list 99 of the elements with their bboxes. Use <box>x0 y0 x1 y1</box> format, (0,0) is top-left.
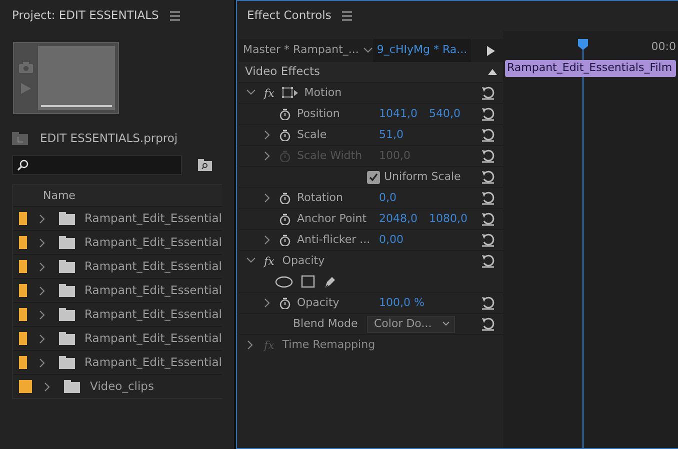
folder-icon <box>64 380 80 394</box>
folder-icon <box>58 284 75 298</box>
expand-icon[interactable] <box>38 334 45 344</box>
expand-icon[interactable] <box>38 214 45 224</box>
transform-icon[interactable] <box>282 87 298 99</box>
search-field[interactable] <box>12 155 182 176</box>
new-search-bin-icon[interactable] <box>198 159 212 172</box>
reset-icon[interactable] <box>481 191 495 205</box>
collapse-icon[interactable] <box>488 69 497 75</box>
reset-icon[interactable] <box>481 107 495 121</box>
property-name: Blend Mode <box>293 316 359 332</box>
reset-icon[interactable] <box>481 296 495 310</box>
property-value[interactable]: 0,0 <box>379 190 429 206</box>
bin-name[interactable]: Rampant_Edit_Essential <box>84 210 222 228</box>
timecode: 00:0 <box>651 39 676 55</box>
stopwatch-icon[interactable] <box>279 192 291 204</box>
blend-mode-dropdown[interactable]: Color Do... <box>367 316 455 332</box>
menu-icon[interactable] <box>341 10 354 22</box>
bin-name[interactable]: Video_clips <box>90 378 154 396</box>
ellipse-mask-icon[interactable] <box>275 276 293 288</box>
expand-icon[interactable] <box>38 262 45 272</box>
label-color-swatch[interactable] <box>19 356 27 370</box>
reset-icon[interactable] <box>481 170 495 184</box>
label-color-swatch[interactable] <box>19 308 27 322</box>
stopwatch-icon[interactable] <box>279 213 291 225</box>
effect-name: Opacity <box>282 252 325 269</box>
label-color-swatch[interactable] <box>19 212 27 226</box>
reset-icon[interactable] <box>481 86 495 100</box>
checkbox-label: Uniform Scale <box>384 168 461 185</box>
label-color-swatch[interactable] <box>19 380 32 394</box>
panel-title[interactable]: Effect Controls <box>247 7 332 25</box>
property-name: Anchor Point <box>297 210 368 227</box>
folder-icon <box>58 212 75 226</box>
reset-icon[interactable] <box>481 254 495 268</box>
reset-icon[interactable] <box>481 128 495 142</box>
project-file-name: EDIT ESSENTIALS.prproj <box>40 130 178 147</box>
expand-icon[interactable] <box>38 358 45 368</box>
dropdown-icon[interactable] <box>362 46 373 56</box>
stopwatch-icon[interactable] <box>279 297 291 309</box>
property-name: Opacity <box>297 294 340 311</box>
expand-icon[interactable] <box>38 310 45 320</box>
bin-name[interactable]: Rampant_Edit_Essential <box>84 330 222 348</box>
bin-name[interactable]: Rampant_Edit_Essential <box>84 234 222 252</box>
property-value[interactable]: 2048,0 <box>379 210 429 228</box>
label-color-swatch[interactable] <box>19 236 27 250</box>
label-color-swatch[interactable] <box>19 284 27 298</box>
folder-icon <box>58 236 75 250</box>
property-value[interactable]: 1080,0 <box>429 210 468 228</box>
rectangle-mask-icon[interactable] <box>301 275 315 288</box>
reset-icon[interactable] <box>481 317 495 331</box>
bin-name[interactable]: Rampant_Edit_Essential <box>84 258 222 276</box>
property-value[interactable]: 100,0 % <box>379 294 429 312</box>
property-name: Position <box>297 106 341 122</box>
caret-icon <box>442 321 450 327</box>
property-name: Rotation <box>297 190 344 206</box>
bin-name[interactable]: Rampant_Edit_Essential <box>84 282 222 300</box>
folder-icon <box>58 356 75 370</box>
bin-name[interactable]: Rampant_Edit_Essential <box>84 354 222 372</box>
property-value[interactable]: 51,0 <box>379 126 429 144</box>
label-color-swatch[interactable] <box>19 260 27 274</box>
fx-toggle[interactable]: fx <box>262 86 276 100</box>
sequence-tab[interactable]: Master * Rampant_... <box>239 39 363 62</box>
panel-title[interactable]: Project: EDIT ESSENTIALS <box>12 7 159 25</box>
fx-toggle[interactable]: fx <box>262 254 276 268</box>
expand-icon[interactable] <box>262 298 270 308</box>
sequence-tab[interactable]: 9_cHIyMg * Ra... <box>372 39 472 62</box>
expand-icon[interactable] <box>38 238 45 248</box>
property-name: Scale <box>297 126 328 143</box>
bin-name[interactable]: Rampant_Edit_Essential <box>84 306 222 324</box>
property-value[interactable]: 540,0 <box>429 106 460 122</box>
reset-icon[interactable] <box>481 212 495 226</box>
property-value[interactable]: 0,00 <box>379 232 429 248</box>
menu-icon[interactable] <box>168 10 181 22</box>
pen-icon[interactable] <box>323 274 337 288</box>
expand-icon[interactable] <box>262 130 270 140</box>
property-name: Anti-flicker ... <box>297 232 372 248</box>
folder-icon <box>58 332 75 346</box>
folder-icon <box>58 308 75 322</box>
play-icon[interactable] <box>487 46 495 56</box>
effect-name: Time Remapping <box>282 336 376 353</box>
clip-bar[interactable]: Rampant_Edit_Essentials_Film <box>505 60 676 77</box>
checkbox[interactable] <box>367 170 380 184</box>
stopwatch-icon[interactable] <box>279 129 291 141</box>
expand-icon[interactable] <box>262 235 270 245</box>
expand-icon[interactable] <box>43 382 50 392</box>
label-color-swatch[interactable] <box>19 332 27 346</box>
stopwatch-icon[interactable] <box>279 234 291 246</box>
reset-icon[interactable] <box>481 233 495 247</box>
property-value[interactable]: 1041,0 <box>379 106 429 122</box>
reset-icon[interactable] <box>481 149 495 163</box>
column-header[interactable]: Name <box>43 188 76 204</box>
effect-name: Motion <box>304 84 342 101</box>
section-title: Video Effects <box>245 63 320 80</box>
folder-icon <box>58 260 75 274</box>
search-icon <box>17 159 29 172</box>
stopwatch-icon[interactable] <box>279 108 291 120</box>
expand-icon[interactable] <box>262 193 270 203</box>
expand-icon[interactable] <box>38 286 45 296</box>
project-file-icon <box>12 132 28 146</box>
